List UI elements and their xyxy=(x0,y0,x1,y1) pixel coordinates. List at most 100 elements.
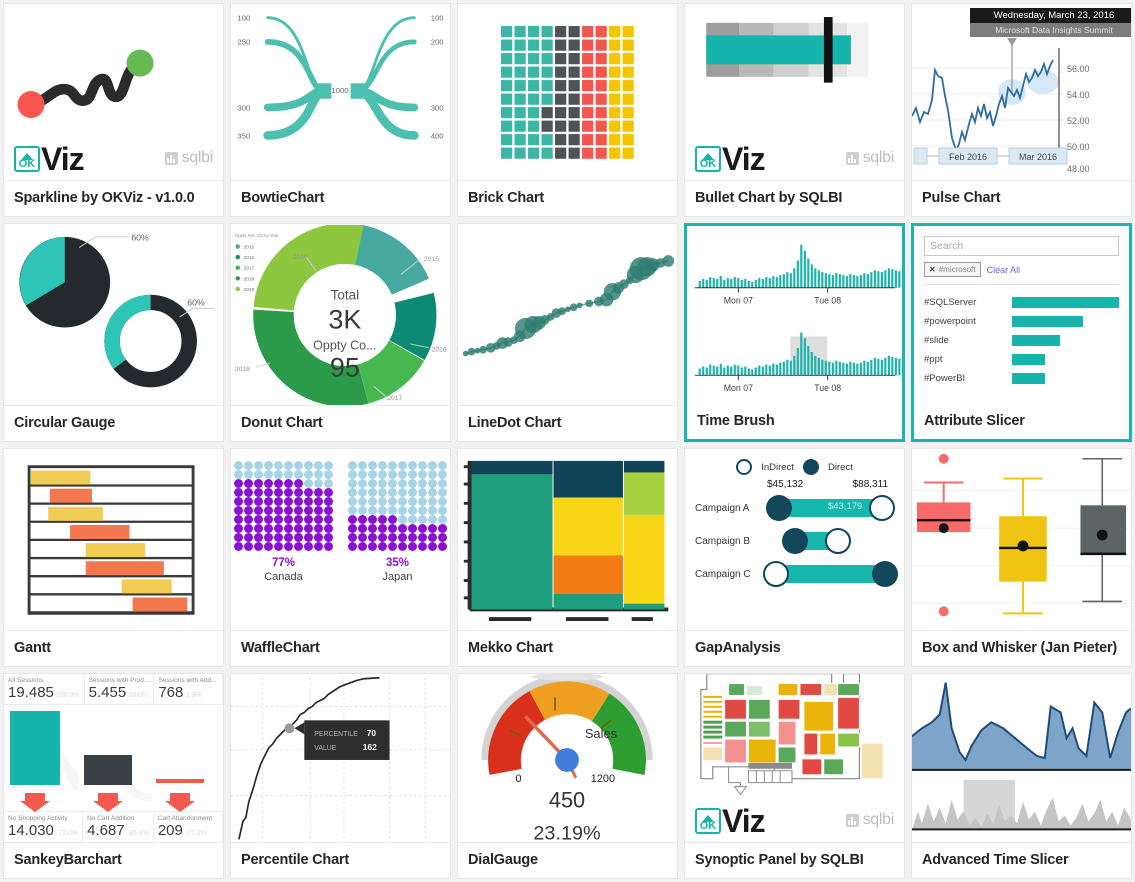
waffle-dot xyxy=(397,506,407,515)
slicer-item[interactable]: #ppt xyxy=(924,350,1119,369)
active-filter-row: ✕ #microsoft Clear All xyxy=(924,262,1119,277)
sankey-metric-value-row: 768 3.9% xyxy=(158,684,218,701)
svg-text:400: 400 xyxy=(431,131,444,140)
svg-text:2018: 2018 xyxy=(235,365,250,372)
dial-measure-label: Sales xyxy=(585,726,617,741)
brick-cell xyxy=(567,64,581,79)
slicer-bar-track xyxy=(1012,316,1119,327)
card-dial-gauge[interactable]: Sales 0 1200 450 23.19% DialGauge xyxy=(457,673,678,879)
card-waffle-chart[interactable]: 77% Canada 35% Japan WaffleChart xyxy=(230,448,451,667)
waffle-dot xyxy=(367,524,377,533)
waffle-dot xyxy=(397,488,407,497)
slicer-item[interactable]: #SQLServer xyxy=(924,293,1119,312)
slicer-item[interactable]: #powerpoint xyxy=(924,312,1119,331)
card-brick-chart[interactable]: Brick Chart xyxy=(457,3,678,217)
waffle-dot xyxy=(283,542,293,551)
card-gap-analysis[interactable]: InDirect Direct $45,132 $88,311 Campaign… xyxy=(684,448,905,667)
brick-cell xyxy=(567,145,581,160)
card-sparkline-okviz[interactable]: OK Viz sqlbi Sparkline by OKViz - v1.0.0 xyxy=(3,3,224,217)
card-pulse-chart[interactable]: 56.00 54.00 52.00 50.00 48.00 Feb 2016 M… xyxy=(911,3,1132,217)
brick-cell xyxy=(580,118,595,133)
slicer-item[interactable]: #PowerBI xyxy=(924,369,1119,388)
slicer-item[interactable]: #slide xyxy=(924,331,1119,350)
waffle-dot xyxy=(407,542,417,551)
gap-campaign-row[interactable]: Campaign A $43,179 xyxy=(695,493,896,523)
card-mekko-chart[interactable]: Mekko Chart xyxy=(457,448,678,667)
slicer-item-label: #PowerBI xyxy=(924,373,966,384)
card-bullet-chart-sqlbi[interactable]: OK Viz sqlbi Bullet Chart by SQLBI xyxy=(684,3,905,217)
sankey-metric-value: 4.687 xyxy=(87,822,125,839)
percentile-tooltip-value-2: 162 xyxy=(363,742,377,752)
card-box-whisker[interactable]: Box and Whisker (Jan Pieter) xyxy=(911,448,1132,667)
waffle-dot xyxy=(313,542,323,551)
waffle-dot xyxy=(367,488,377,497)
waffle-dot xyxy=(347,524,357,533)
okviz-logo: OK Viz xyxy=(695,141,766,177)
sankey-metric-label: Sessions with Add... xyxy=(158,677,217,684)
card-synoptic-panel-sqlbi[interactable]: OK Viz sqlbi Synoptic Panel by SQLBI xyxy=(684,673,905,879)
gap-campaign-row[interactable]: Campaign B xyxy=(695,526,894,556)
clear-all-link[interactable]: Clear All xyxy=(987,265,1021,275)
waffle-dot xyxy=(243,542,253,551)
timebrush-bar xyxy=(765,277,768,288)
waffle-dot xyxy=(233,515,243,524)
brick-cell xyxy=(526,51,541,65)
waffle-dot xyxy=(323,479,333,488)
brick-cell xyxy=(513,51,527,65)
brick-cell xyxy=(513,64,527,79)
waffle-dot xyxy=(313,515,323,524)
card-bowtie-chart[interactable]: 100 250 300 350 100 200 300 400 1000 Bow… xyxy=(230,3,451,217)
brick-cell xyxy=(580,64,595,79)
card-percentile-chart[interactable]: PERCENTILE 70 VALUE 162 Percentile Chart xyxy=(230,673,451,879)
pulse-tooltip-event: Microsoft Data Insights Summit xyxy=(970,23,1131,37)
card-linedot-chart[interactable]: LineDot Chart xyxy=(457,223,678,442)
waffle-dot xyxy=(313,497,323,506)
gap-marker-left[interactable] xyxy=(763,561,789,587)
card-title: SankeyBarchart xyxy=(4,842,223,878)
card-circular-gauge[interactable]: 60% 60% Circular Gauge xyxy=(3,223,224,442)
brick-cell xyxy=(499,24,514,38)
waffle-dot xyxy=(397,470,407,479)
waffle-dot xyxy=(397,497,407,506)
card-advanced-time-slicer[interactable]: Advanced Time Slicer xyxy=(911,673,1132,879)
gap-marker-right[interactable] xyxy=(872,561,898,587)
brick-cell xyxy=(553,24,568,38)
timebrush-bar xyxy=(873,270,876,288)
timebrush-bar xyxy=(772,276,775,288)
svg-text:200: 200 xyxy=(431,37,444,46)
slicer-bar xyxy=(1012,373,1046,384)
timebrush-bar xyxy=(782,274,785,288)
slicer-bar-track xyxy=(1012,297,1119,308)
waffle-dot xyxy=(377,470,387,479)
card-attribute-slicer[interactable]: Search ✕ #microsoft Clear All #SQLServer… xyxy=(911,223,1132,442)
preview-percentile: PERCENTILE 70 VALUE 162 xyxy=(231,674,450,842)
remove-tag-icon[interactable]: ✕ xyxy=(929,265,936,274)
gap-marker-right[interactable] xyxy=(825,528,851,554)
waffle-dot xyxy=(407,524,417,533)
gap-marker-left[interactable] xyxy=(765,495,792,521)
preview-brick xyxy=(458,4,677,180)
okviz-viz-text: Viz xyxy=(722,141,766,177)
card-time-brush[interactable]: Mon 07 Tue 08 Mon 07 Tue 08 Time Brush xyxy=(684,223,905,442)
waffle-dot xyxy=(367,506,377,515)
gap-marker-right[interactable] xyxy=(869,495,896,521)
card-sankey-barchart[interactable]: All Sessions 19.485 100.0% Sessions with Pr… xyxy=(3,673,224,879)
gap-marker-left[interactable] xyxy=(782,528,809,554)
gap-campaign-row[interactable]: Campaign C xyxy=(695,559,898,589)
search-input[interactable]: Search xyxy=(924,236,1119,256)
slicer-item-list: #SQLServer #powerpoint #slide #ppt #PowerBI xyxy=(924,293,1119,388)
timebrush-bar xyxy=(821,272,824,288)
sankey-metric-value-row: 4.687 -85.9% xyxy=(87,822,149,839)
waffle-dot xyxy=(263,515,273,524)
card-donut-chart[interactable]: Total 3K Oppty Co... 95 2015 2016 2017 2… xyxy=(230,223,451,442)
brick-cell xyxy=(567,118,581,133)
waffle-dot xyxy=(427,488,437,497)
timebrush-bar xyxy=(786,272,789,288)
gap-campaign-rows: Campaign A $43,179 Campaign B Campaign C xyxy=(695,493,898,589)
card-title: Pulse Chart xyxy=(912,180,1131,216)
sankey-metric-value-row: 19.485 100.0% xyxy=(8,684,80,701)
waffle-dot xyxy=(233,524,243,533)
filter-tag-microsoft[interactable]: ✕ #microsoft xyxy=(924,262,981,277)
timebrush-bar xyxy=(849,361,852,376)
card-gantt[interactable]: Gantt xyxy=(3,448,224,667)
